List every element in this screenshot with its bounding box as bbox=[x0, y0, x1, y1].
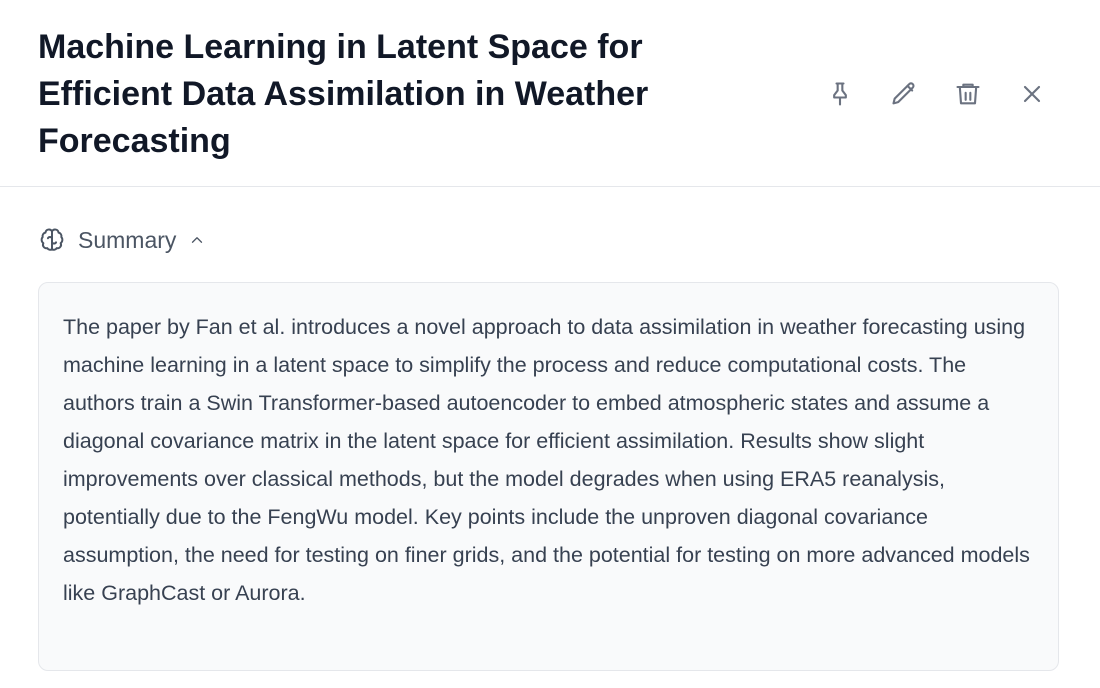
pencil-icon bbox=[892, 82, 915, 105]
edit-button[interactable] bbox=[886, 76, 922, 112]
pin-button[interactable] bbox=[822, 76, 858, 112]
close-button[interactable] bbox=[1014, 76, 1050, 112]
delete-button[interactable] bbox=[950, 76, 986, 112]
summary-panel: The paper by Fan et al. introduces a nov… bbox=[38, 282, 1059, 671]
brain-icon bbox=[40, 228, 64, 251]
chevron-up-icon bbox=[192, 237, 203, 243]
pin-icon bbox=[833, 82, 847, 106]
summary-toggle[interactable]: Summary bbox=[38, 226, 206, 254]
summary-label: Summary bbox=[78, 226, 177, 253]
summary-text: The paper by Fan et al. introduces a nov… bbox=[63, 315, 1030, 605]
header-actions bbox=[822, 76, 1050, 112]
detail-header: Machine Learning in Latent Space for Eff… bbox=[0, 0, 1100, 187]
page-title: Machine Learning in Latent Space for Eff… bbox=[38, 28, 649, 160]
trash-icon bbox=[956, 83, 980, 105]
close-icon bbox=[1023, 85, 1041, 103]
